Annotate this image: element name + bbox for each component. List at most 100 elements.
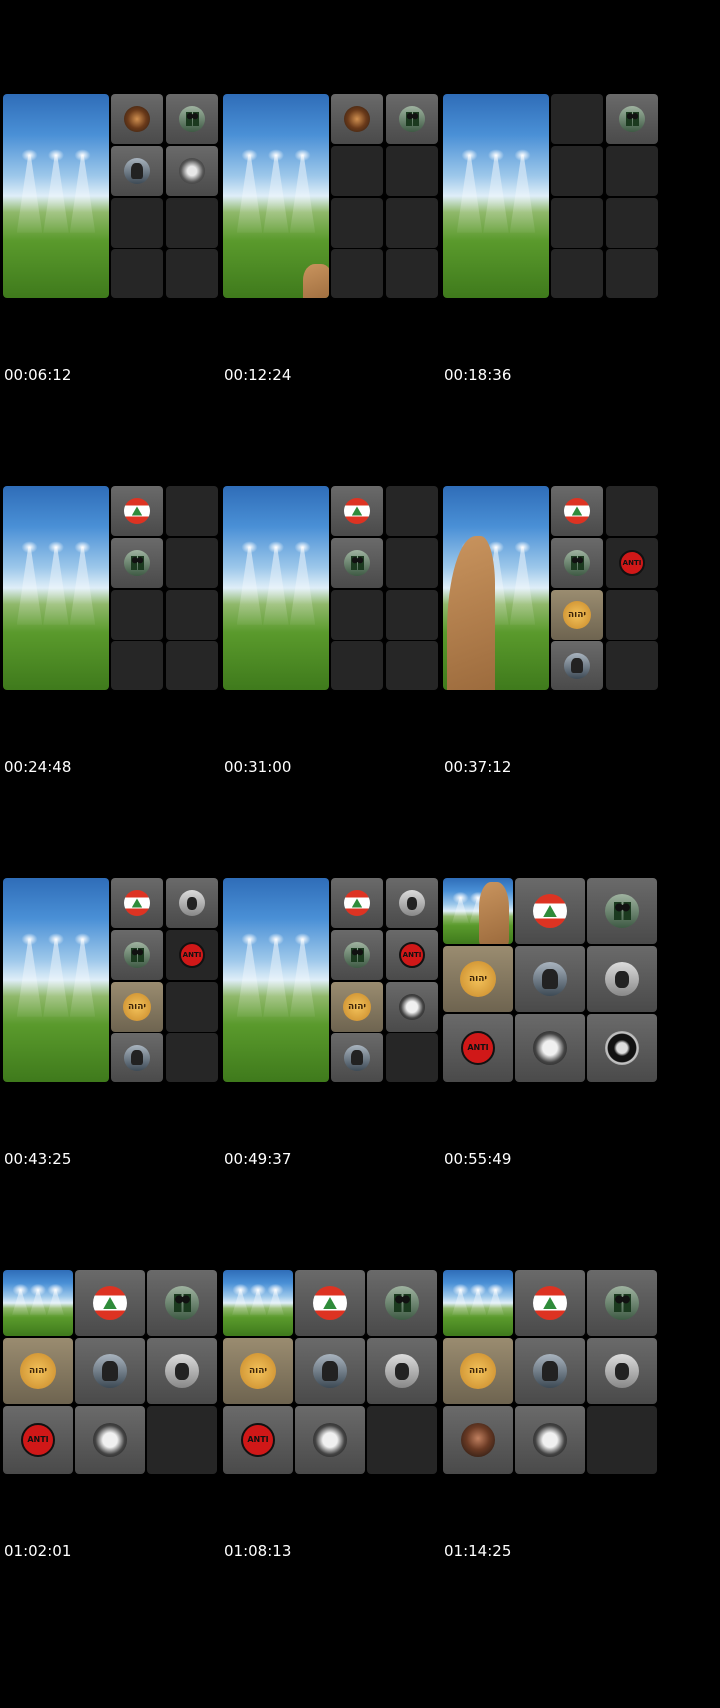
participant-tile[interactable] xyxy=(386,982,438,1032)
badge-text: יהוה xyxy=(127,1002,147,1012)
stadium-video-tile[interactable] xyxy=(223,1270,293,1336)
participant-tile[interactable]: יהוה xyxy=(551,590,603,640)
empty-tile xyxy=(166,590,218,640)
participant-tile[interactable] xyxy=(515,946,585,1012)
badge-text: ANTI xyxy=(247,1435,269,1444)
frame-9: יהוה ANTI xyxy=(443,878,677,1100)
participant-tile[interactable] xyxy=(111,538,163,588)
participant-tile[interactable] xyxy=(295,1338,365,1404)
empty-tile xyxy=(606,198,658,248)
participant-tile[interactable] xyxy=(551,486,603,536)
frame-timestamp: 01:14:25 xyxy=(444,1542,512,1560)
participant-tile[interactable] xyxy=(166,878,218,928)
participant-tile[interactable] xyxy=(587,1270,657,1336)
stadium-video-tile[interactable] xyxy=(443,94,549,298)
participant-tile[interactable] xyxy=(295,1406,365,1474)
frame-timestamp: 00:12:24 xyxy=(224,366,292,384)
participant-tile[interactable] xyxy=(147,1338,217,1404)
stadium-video-tile[interactable] xyxy=(443,1270,513,1336)
stadium-video-tile[interactable] xyxy=(3,1270,73,1336)
badge-text: ANTI xyxy=(402,951,422,959)
stadium-video-tile[interactable] xyxy=(223,94,329,298)
participant-tile[interactable] xyxy=(331,878,383,928)
frame-8: ANTI יהוה xyxy=(223,878,457,1100)
stadium-video-tile[interactable] xyxy=(3,878,109,1082)
frame-timestamp: 00:49:37 xyxy=(224,1150,292,1168)
participant-tile[interactable] xyxy=(331,94,383,144)
participant-tile[interactable] xyxy=(587,1014,657,1082)
participant-tile[interactable]: ANTI xyxy=(3,1406,73,1474)
participant-tile[interactable] xyxy=(515,878,585,944)
participant-tile[interactable] xyxy=(111,94,163,144)
participant-tile[interactable]: ANTI xyxy=(223,1406,293,1474)
badge-text: יהוה xyxy=(248,1366,268,1376)
participant-tile[interactable]: יהוה xyxy=(111,982,163,1032)
stadium-video-tile[interactable] xyxy=(443,878,513,944)
empty-tile xyxy=(386,486,438,536)
empty-tile xyxy=(367,1406,437,1474)
participant-tile[interactable]: יהוה xyxy=(443,1338,513,1404)
participant-tile[interactable]: ANTI xyxy=(443,1014,513,1082)
participant-tile[interactable] xyxy=(331,538,383,588)
participant-tile[interactable] xyxy=(386,878,438,928)
participant-tile[interactable]: ANTI xyxy=(166,930,218,980)
empty-tile xyxy=(386,146,438,196)
participant-tile[interactable] xyxy=(147,1270,217,1336)
participant-tile[interactable]: יהוה xyxy=(443,946,513,1012)
participant-tile[interactable] xyxy=(331,930,383,980)
participant-tile[interactable]: ANTI xyxy=(386,930,438,980)
stadium-video-tile[interactable] xyxy=(443,486,549,690)
participant-tile[interactable] xyxy=(443,1406,513,1474)
person-back-icon xyxy=(93,1354,127,1388)
participant-tile[interactable] xyxy=(386,94,438,144)
participant-tile[interactable]: ANTI xyxy=(606,538,658,588)
participant-tile[interactable]: יהוה xyxy=(223,1338,293,1404)
two-figures-icon xyxy=(344,942,370,968)
participant-tile[interactable] xyxy=(587,946,657,1012)
anti-sion-badge-icon: ANTI xyxy=(21,1423,55,1457)
person-back-icon xyxy=(564,652,590,679)
stadium-video-tile[interactable] xyxy=(3,486,109,690)
empty-tile xyxy=(111,590,163,640)
participant-tile[interactable] xyxy=(111,930,163,980)
empty-tile xyxy=(551,94,603,144)
participant-tile[interactable] xyxy=(111,486,163,536)
participant-tile[interactable] xyxy=(75,1406,145,1474)
participant-tile[interactable] xyxy=(331,1033,383,1082)
participant-tile[interactable] xyxy=(75,1338,145,1404)
participant-tile[interactable] xyxy=(166,94,218,144)
participant-tile[interactable] xyxy=(367,1338,437,1404)
participant-tile[interactable] xyxy=(75,1270,145,1336)
participant-tile[interactable] xyxy=(515,1406,585,1474)
cat-icon xyxy=(165,1354,199,1388)
stadium-video-tile[interactable] xyxy=(223,486,329,690)
two-figures-icon xyxy=(385,1286,419,1320)
participant-tile[interactable] xyxy=(587,1338,657,1404)
stadium-video-tile[interactable] xyxy=(3,94,109,298)
participant-tile[interactable] xyxy=(295,1270,365,1336)
participant-tile[interactable] xyxy=(166,146,218,196)
stadium-video-tile[interactable] xyxy=(223,878,329,1082)
participant-tile[interactable] xyxy=(515,1338,585,1404)
participant-tile[interactable] xyxy=(515,1270,585,1336)
participant-tile[interactable] xyxy=(606,94,658,144)
participant-tile[interactable]: יהוה xyxy=(331,982,383,1032)
lebanon-flag-icon xyxy=(344,890,370,916)
participant-tile[interactable]: יהוה xyxy=(3,1338,73,1404)
participant-tile[interactable] xyxy=(551,641,603,690)
frame-3 xyxy=(443,94,677,316)
participant-tile[interactable] xyxy=(111,878,163,928)
empty-tile xyxy=(386,198,438,248)
participant-tile[interactable] xyxy=(587,878,657,944)
badge-text: ANTI xyxy=(467,1043,489,1052)
participant-tile[interactable] xyxy=(331,486,383,536)
participant-tile[interactable] xyxy=(111,1033,163,1082)
frame-timestamp: 00:18:36 xyxy=(444,366,512,384)
participant-tile[interactable] xyxy=(515,1014,585,1082)
participant-tile[interactable] xyxy=(551,538,603,588)
empty-tile xyxy=(606,590,658,640)
participant-tile[interactable] xyxy=(111,146,163,196)
participant-tile[interactable] xyxy=(367,1270,437,1336)
lebanon-flag-icon xyxy=(93,1286,127,1320)
empty-tile xyxy=(386,538,438,588)
